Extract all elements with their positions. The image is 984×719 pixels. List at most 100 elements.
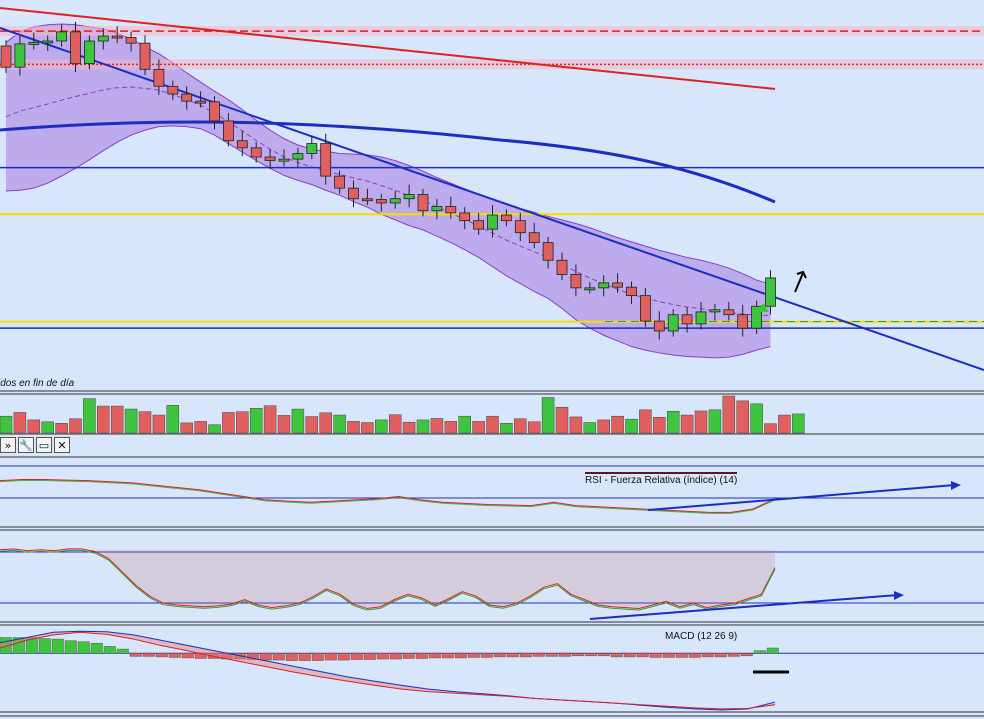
panel-toolbar: » 🔧 ▭ ✕ bbox=[0, 437, 70, 454]
volume-bar bbox=[291, 408, 305, 434]
macd-histogram-bar bbox=[649, 653, 662, 658]
volume-bar bbox=[680, 414, 694, 434]
candle-down bbox=[125, 37, 137, 44]
window-icon[interactable]: ▭ bbox=[36, 437, 52, 453]
candle-up bbox=[709, 309, 721, 313]
volume-bar bbox=[666, 411, 680, 434]
volume-bar bbox=[764, 423, 777, 434]
volume-bar bbox=[402, 421, 416, 434]
macd-histogram-bar bbox=[454, 653, 467, 659]
volume-bar bbox=[55, 423, 68, 434]
candle-up bbox=[765, 277, 776, 307]
candle-down bbox=[500, 214, 512, 222]
candle-up bbox=[28, 42, 40, 45]
close-icon[interactable]: ✕ bbox=[54, 437, 70, 453]
candle-down bbox=[681, 314, 693, 325]
candle-down bbox=[653, 320, 665, 332]
rsi-indicator-label: RSI - Fuerza Relativa (índice) (14) bbox=[585, 472, 738, 486]
macd-histogram-bar bbox=[64, 640, 77, 654]
volume-bar bbox=[639, 409, 652, 434]
volume-bar bbox=[430, 418, 444, 434]
volume-bar bbox=[569, 416, 583, 434]
volume-bar bbox=[708, 409, 722, 434]
macd-histogram-bar bbox=[545, 653, 558, 657]
candle-down bbox=[445, 206, 457, 214]
volume-bar bbox=[611, 415, 624, 434]
volume-bar bbox=[208, 424, 221, 434]
macd-histogram-bar bbox=[688, 653, 701, 658]
candle-down bbox=[348, 187, 359, 200]
volume-bar bbox=[486, 415, 499, 434]
volume-bar bbox=[722, 395, 736, 434]
candle-down bbox=[556, 259, 568, 275]
candle-up bbox=[306, 143, 318, 154]
macd-histogram-bar bbox=[155, 653, 168, 658]
volume-bar bbox=[583, 422, 597, 434]
macd-histogram-bar bbox=[77, 641, 90, 654]
macd-histogram-bar bbox=[558, 653, 571, 657]
candle-down bbox=[473, 220, 485, 230]
volume-bar bbox=[180, 422, 193, 434]
volume-bar bbox=[792, 413, 805, 434]
volume-bar bbox=[653, 417, 666, 434]
candle-up bbox=[42, 40, 54, 44]
candle-up bbox=[14, 43, 26, 68]
candle-down bbox=[195, 100, 207, 104]
candle-down bbox=[570, 274, 582, 289]
candle-up bbox=[667, 314, 679, 332]
volume-bar bbox=[597, 419, 610, 434]
candle-up bbox=[695, 311, 707, 325]
volume-bar bbox=[0, 415, 13, 434]
macd-histogram-bar bbox=[298, 653, 311, 661]
volume-bar bbox=[472, 421, 485, 434]
macd-histogram-bar bbox=[168, 653, 181, 658]
macd-histogram-bar bbox=[259, 653, 272, 661]
candle-down bbox=[111, 35, 123, 39]
volume-bar bbox=[778, 414, 791, 434]
macd-histogram-bar bbox=[337, 653, 350, 661]
volume-bar bbox=[416, 419, 430, 434]
volume-bar bbox=[736, 400, 749, 434]
candle-down bbox=[417, 194, 429, 212]
candle-down bbox=[320, 143, 332, 177]
macd-histogram-bar bbox=[597, 653, 610, 657]
macd-histogram-bar bbox=[142, 653, 155, 657]
macd-histogram-bar bbox=[740, 653, 753, 657]
macd-histogram-bar bbox=[103, 646, 116, 654]
candle-down bbox=[626, 286, 637, 297]
wrench-icon[interactable]: 🔧 bbox=[18, 437, 34, 453]
volume-bar bbox=[514, 418, 527, 434]
macd-histogram-bar bbox=[675, 653, 688, 658]
candle-down bbox=[209, 101, 220, 122]
volume-bar bbox=[500, 423, 513, 434]
volume-bar bbox=[277, 415, 291, 434]
macd-histogram-bar bbox=[181, 653, 194, 659]
volume-bar bbox=[263, 405, 277, 434]
volume-bar bbox=[319, 412, 332, 434]
volume-bar bbox=[166, 405, 180, 434]
macd-histogram-bar bbox=[272, 653, 285, 661]
candle-down bbox=[250, 147, 262, 158]
macd-histogram-bar bbox=[571, 653, 584, 657]
volume-bar bbox=[361, 422, 374, 434]
macd-histogram-bar bbox=[324, 653, 337, 661]
macd-histogram-bar bbox=[532, 653, 545, 657]
volume-bar bbox=[444, 421, 458, 434]
chart-stage bbox=[0, 0, 984, 719]
volume-bar bbox=[388, 414, 402, 434]
candle-down bbox=[542, 242, 554, 261]
volume-bar bbox=[458, 415, 471, 434]
macd-histogram-bar bbox=[116, 648, 129, 654]
macd-histogram-bar bbox=[662, 653, 675, 658]
macd-histogram-bar bbox=[90, 643, 103, 654]
chevron-icon[interactable]: » bbox=[0, 437, 16, 453]
volume-bar bbox=[375, 419, 388, 434]
candle-up bbox=[292, 153, 304, 160]
macd-histogram-bar bbox=[480, 653, 493, 658]
candle-up bbox=[431, 206, 443, 212]
volume-bar bbox=[152, 414, 166, 434]
candle-down bbox=[612, 282, 623, 288]
price-panel-caption: idos en fin de día bbox=[0, 378, 75, 389]
candle-down bbox=[375, 199, 387, 204]
candle-down bbox=[528, 232, 540, 243]
